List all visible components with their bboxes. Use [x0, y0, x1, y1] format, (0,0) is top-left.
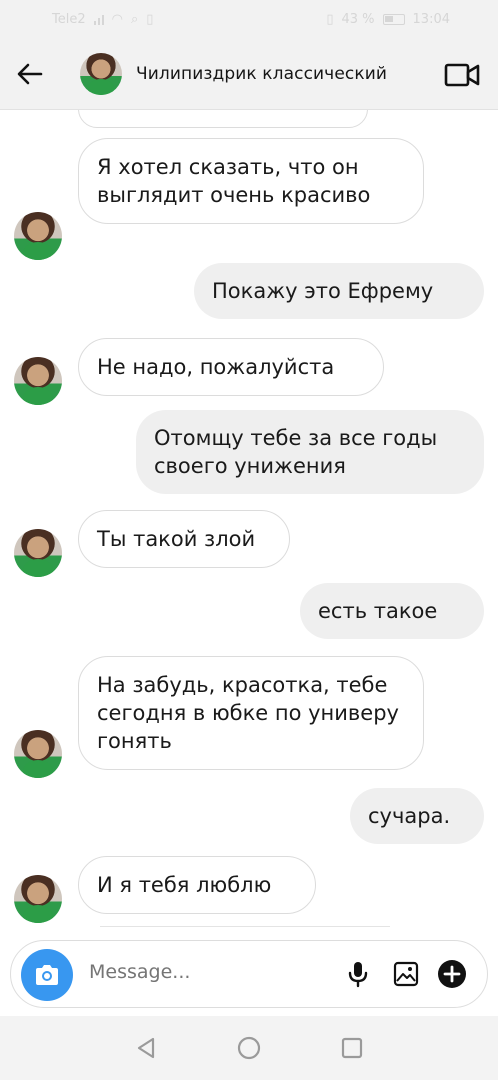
gallery-button[interactable] [391, 959, 421, 989]
message-incoming[interactable]: Не надо, пожалуйста [78, 338, 384, 396]
carrier-label: Tele2 [52, 11, 86, 27]
chat-header: Чилипиздрик классический [0, 38, 498, 110]
phone-status-icon: ▯ [146, 11, 154, 27]
message-incoming[interactable]: Я хотел сказать, что он выглядит очень к… [78, 138, 424, 224]
message-text: Отомщу тебе за все годы своего унижения [154, 426, 438, 478]
system-nav-bar [0, 1016, 498, 1080]
sender-avatar [14, 875, 62, 923]
message-incoming[interactable]: Ты такой злой [78, 510, 290, 568]
message-outgoing[interactable]: есть такое [300, 583, 484, 639]
message-text: сучара. [368, 804, 451, 828]
triangle-back-icon[interactable] [135, 1036, 157, 1060]
square-recents-icon[interactable] [341, 1037, 363, 1059]
wifi-icon: ◠ [111, 11, 123, 27]
image-icon [393, 961, 419, 987]
message-text: И я тебя люблю [97, 873, 272, 897]
vibrate-icon: ▯ [326, 11, 334, 27]
microphone-button[interactable] [343, 959, 373, 989]
microphone-icon [348, 962, 368, 988]
video-camera-icon[interactable] [444, 62, 480, 88]
message-incoming[interactable]: На забудь, красотка, тебе сегодня в юбке… [78, 656, 424, 770]
message-incoming[interactable]: И я тебя люблю [78, 856, 316, 914]
message-outgoing[interactable]: сучара. [350, 788, 484, 844]
message-text: Не надо, пожалуйста [97, 355, 335, 379]
clock: 13:04 [412, 11, 450, 27]
sender-avatar [14, 730, 62, 778]
arrow-left-icon [17, 63, 43, 84]
circle-home-icon[interactable] [237, 1036, 261, 1060]
message-text: есть такое [318, 599, 438, 623]
sender-avatar [14, 357, 62, 405]
sender-avatar [14, 529, 62, 577]
message-text: На забудь, красотка, тебе сегодня в юбке… [97, 673, 399, 753]
plus-circle-icon [438, 960, 466, 988]
divider [100, 926, 390, 927]
message-text: Я хотел сказать, что он выглядит очень к… [97, 155, 371, 207]
camera-button[interactable] [21, 949, 73, 1001]
message-outgoing[interactable]: Отомщу тебе за все годы своего унижения [136, 410, 484, 494]
message-input[interactable] [89, 961, 329, 983]
message-composer [10, 940, 488, 1008]
battery-icon [382, 13, 405, 25]
camera-icon [36, 965, 58, 985]
battery-percent: 43 % [341, 11, 375, 27]
previous-message-bubble [78, 110, 368, 128]
contact-name[interactable]: Чилипиздрик классический [136, 64, 387, 84]
back-button[interactable] [0, 38, 60, 110]
message-outgoing[interactable]: Покажу это Ефрему [194, 263, 484, 319]
message-list[interactable]: Я хотел сказать, что он выглядит очень к… [0, 110, 498, 938]
add-button[interactable] [437, 959, 467, 989]
status-bar: Tele2 ◠ ⌕ ▯ ▯ 43 % 13:04 [0, 0, 498, 38]
message-text: Покажу это Ефрему [212, 279, 434, 303]
search-status-icon: ⌕ [130, 11, 139, 27]
contact-avatar[interactable] [80, 52, 122, 95]
sender-avatar [14, 212, 62, 260]
signal-icon [93, 14, 104, 25]
message-text: Ты такой злой [97, 527, 256, 551]
